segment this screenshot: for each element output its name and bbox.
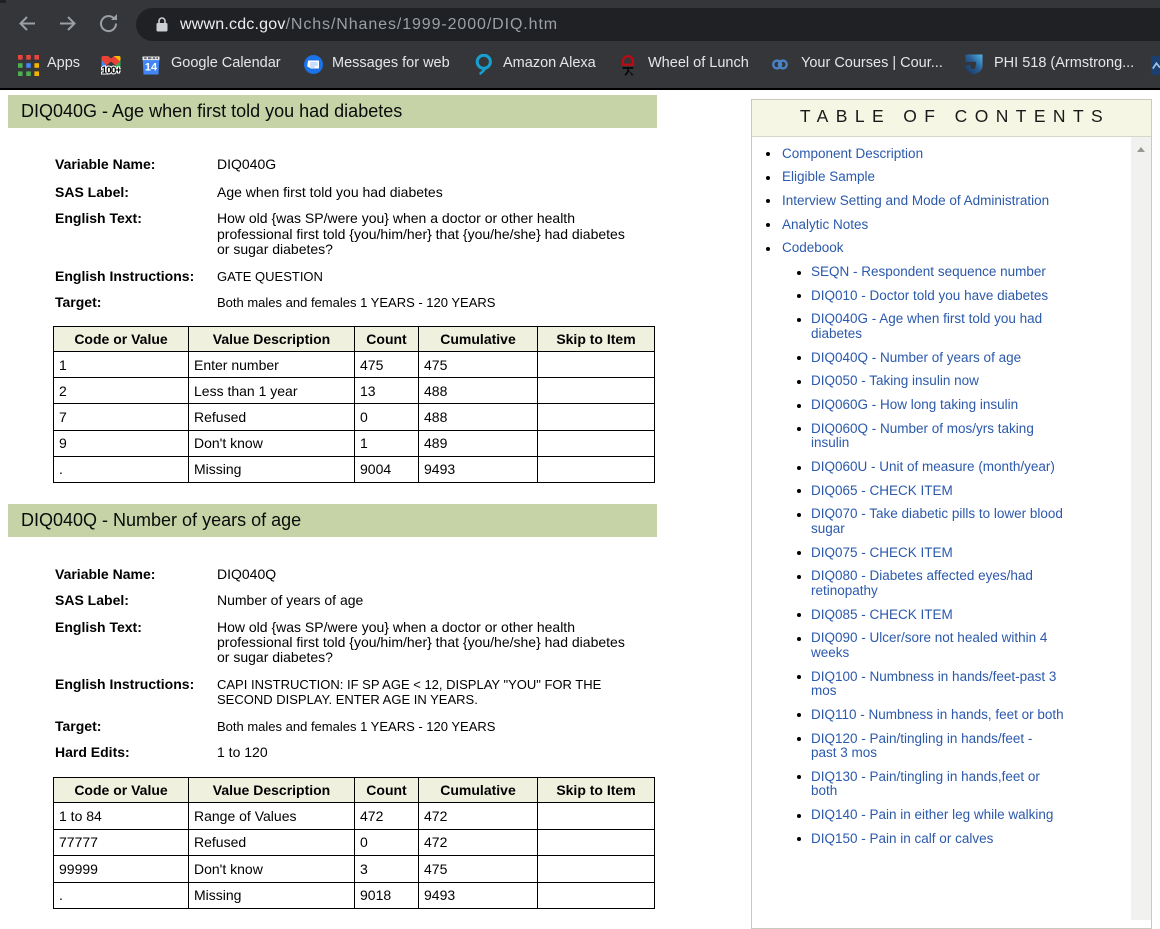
svg-text:14: 14 xyxy=(145,62,158,74)
svg-text:100+: 100+ xyxy=(101,66,121,76)
